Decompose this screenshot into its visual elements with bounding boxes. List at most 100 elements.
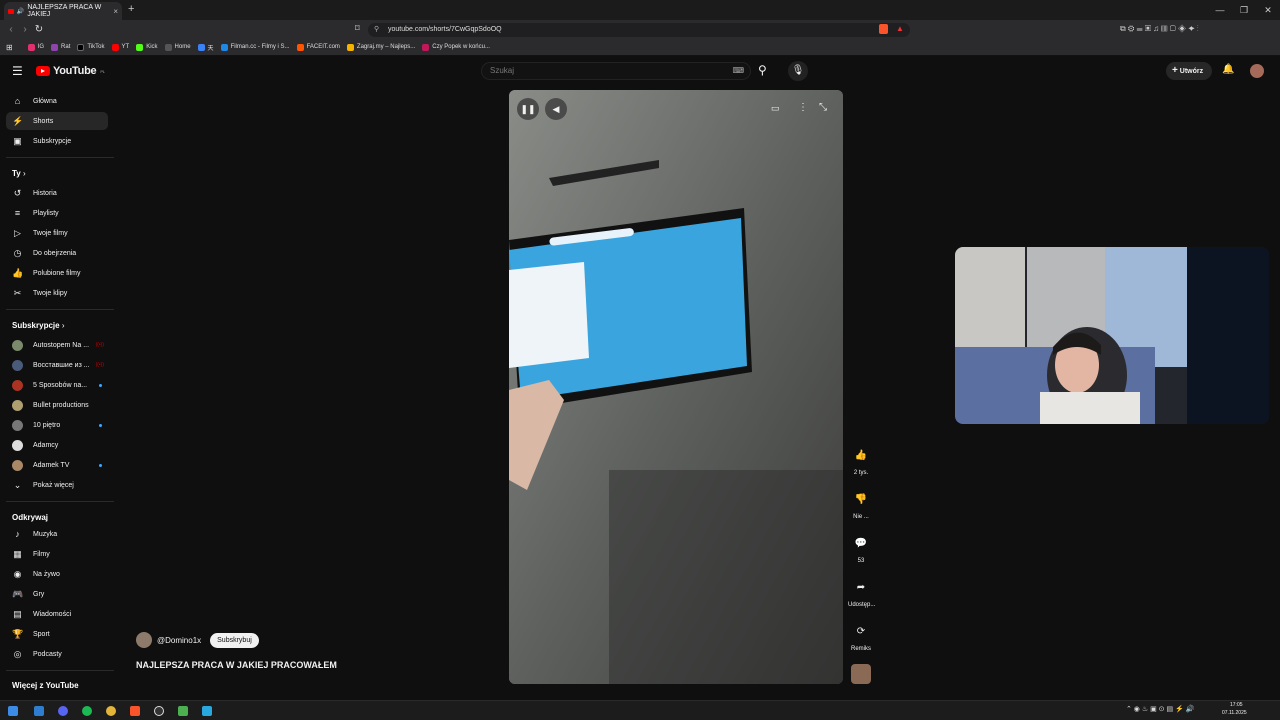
channel-avatar[interactable] [136,632,152,648]
sidebar-item-movies[interactable]: ▦ Filmy [6,545,108,563]
restore-button[interactable]: ❐ [1232,0,1256,20]
sidebar-item-podcasts[interactable]: ◎ Podcasty [6,645,108,663]
like-button[interactable]: 👍 2 tys. [848,445,874,476]
webcam-image [955,247,1269,424]
reload-icon[interactable]: ↻ [32,24,46,35]
sidebar-sub-channel[interactable]: Autostopem Na ... ((•)) [6,336,108,354]
pause-icon[interactable]: ❚❚ [517,98,539,120]
youtube-favicon-icon [8,8,14,14]
bookmark-item[interactable]: IG [27,43,44,51]
remix-button[interactable]: ⟳ Remiks [848,621,874,652]
youtube-logo[interactable]: YouTube PL [36,65,105,77]
sidebar-item-gaming[interactable]: 🎮 Gry [6,585,108,603]
region-code: PL [100,68,105,74]
site-info-icon[interactable]: ⚲ [374,23,379,37]
minimize-button[interactable]: — [1208,0,1232,20]
sidebar-sub-channel[interactable]: Восставшие из ... ((•)) [6,356,108,374]
create-button[interactable]: + Utwórz [1166,62,1212,80]
brave-rewards-icon[interactable]: ▲ [896,24,904,33]
subscribe-button[interactable]: Subskrybuj [210,632,259,648]
bookmark-item[interactable]: Kick [136,43,158,51]
dislike-button[interactable]: 👎 Nie ... [848,489,874,520]
brave-icon[interactable] [130,706,140,716]
sidebar-sub-channel[interactable]: Adamcy [6,436,108,454]
spotify-icon[interactable] [82,706,92,716]
sidebar-item-home[interactable]: ⌂ Główna [6,92,108,110]
sidebar-sub-channel[interactable]: 10 piętro [6,416,108,434]
sidebar-item-subscriptions[interactable]: ▣ Subskrypcje [6,132,108,150]
sidebar-sub-channel[interactable]: Bullet productions [6,396,108,414]
live-indicator-icon: ((•)) [95,342,104,348]
window-controls: — ❐ ✕ [1208,0,1280,20]
show-more-button[interactable]: ⌄ Pokaż więcej [6,476,108,494]
microphone-icon[interactable]: 🎙 [788,61,808,81]
sidebar-item-news[interactable]: ▤ Wiadomości [6,605,108,623]
channel-name[interactable]: @Domino1x [157,636,201,645]
bookmark-item[interactable]: 天 [197,43,214,52]
bookmark-item[interactable]: Rat [51,43,70,51]
comments-button[interactable]: 💬 53 [848,533,874,564]
search-input[interactable]: Szukaj ⌨ [481,62,751,80]
back-icon[interactable]: ‹ [4,24,18,35]
notifications-bell-icon[interactable]: 🔔 [1222,64,1234,75]
clock-date[interactable]: 07.11.2025 [1222,710,1247,716]
chrome-icon[interactable] [106,706,116,716]
speaker-icon[interactable]: 🔊 [17,8,24,15]
sidebar-sub-channel[interactable]: 5 Sposobów na... [6,376,108,394]
avatar[interactable] [1250,64,1264,78]
forward-icon[interactable]: › [18,24,32,35]
sidebar-item-your-videos[interactable]: ▷ Twoje filmy [6,224,108,242]
menu-icon[interactable]: ☰ [12,64,23,78]
channel-avatar [12,459,23,471]
bookmark-item[interactable]: FACEIT.com [296,43,340,51]
volume-icon[interactable]: ◀ [545,98,567,120]
taskbar-app-icon[interactable] [178,706,188,716]
apps-icon[interactable]: ⊞ [6,43,13,52]
bookmark-item[interactable]: Filman.cc - Filmy i S... [220,43,290,51]
bookmark-item[interactable]: Czy Popek w końcu... [422,43,490,51]
captions-icon[interactable]: ▭ [771,103,780,114]
new-content-dot [99,423,102,427]
system-tray-icons[interactable]: ⌃ ◉ ♨ ▣ ⊙ ▤ ⚡ 🔊 [1126,705,1194,713]
sidebar-sub-channel[interactable]: Adamek TV [6,456,108,474]
sidebar-item-live[interactable]: ◉ Na żywo [6,565,108,583]
share-button[interactable]: ➦ Udostęp... [848,577,875,608]
bookmark-item[interactable]: Zagraj.my – Najleps... [346,43,415,51]
taskbar-app-icon[interactable] [34,706,44,716]
search-placeholder: Szukaj [490,66,515,75]
sound-thumbnail[interactable] [851,664,871,684]
keyboard-icon[interactable]: ⌨ [732,63,744,79]
bookmark-icon[interactable]: ⌑ [355,23,360,34]
fullscreen-icon[interactable]: ⤡ [819,102,827,113]
shorts-video-player[interactable]: ❚❚ ◀ ▭ ⋮ ⤡ [509,90,843,684]
sidebar-item-history[interactable]: ↺ Historia [6,184,108,202]
browser-tab[interactable]: 🔊 NAJLEPSZA PRACA W JAKIEJ × [4,2,122,20]
search-icon[interactable]: ⚲ [758,63,767,77]
sidebar-item-clips[interactable]: ✂ Twoje klipy [6,284,108,302]
brave-shield-icon[interactable] [879,24,888,34]
sidebar-item-playlists[interactable]: ≡ Playlisty [6,204,108,222]
discord-icon[interactable] [58,706,68,716]
bookmark-item[interactable]: YT [111,43,129,51]
bookmark-item[interactable]: Home [164,43,191,51]
you-section-header[interactable]: Ty › [12,169,26,178]
taskbar-app-icon[interactable] [202,706,212,716]
channel-avatar [12,379,23,391]
obs-icon[interactable] [154,706,164,716]
extensions-icon[interactable]: ⧉ ⚙ ☰ ▣ ♫ ▥ ▢ ◈ ✦ ⋮ [1120,24,1199,34]
history-icon: ↺ [13,187,22,198]
subscriptions-section-header[interactable]: Subskrypcje › [12,321,64,330]
tab-close-button[interactable]: × [113,7,118,16]
url-field[interactable]: ⚲ youtube.com/shorts/7CwGqpSdoOQ [368,23,910,37]
bookmark-item[interactable]: TikTok [77,43,105,51]
close-window-button[interactable]: ✕ [1256,0,1280,20]
sidebar-item-shorts[interactable]: ⚡ Shorts [6,112,108,130]
more-options-icon[interactable]: ⋮ [798,102,808,113]
sidebar-item-sport[interactable]: 🏆 Sport [6,625,108,643]
windows-start-icon[interactable] [8,706,18,716]
sidebar-item-music[interactable]: ♪ Muzyka [6,525,108,543]
sidebar-item-watch-later[interactable]: ◷ Do obejrzenia [6,244,108,262]
clock-time[interactable]: 17:05 [1230,702,1243,708]
sidebar-item-liked[interactable]: 👍 Polubione filmy [6,264,108,282]
new-tab-button[interactable]: + [128,3,134,15]
